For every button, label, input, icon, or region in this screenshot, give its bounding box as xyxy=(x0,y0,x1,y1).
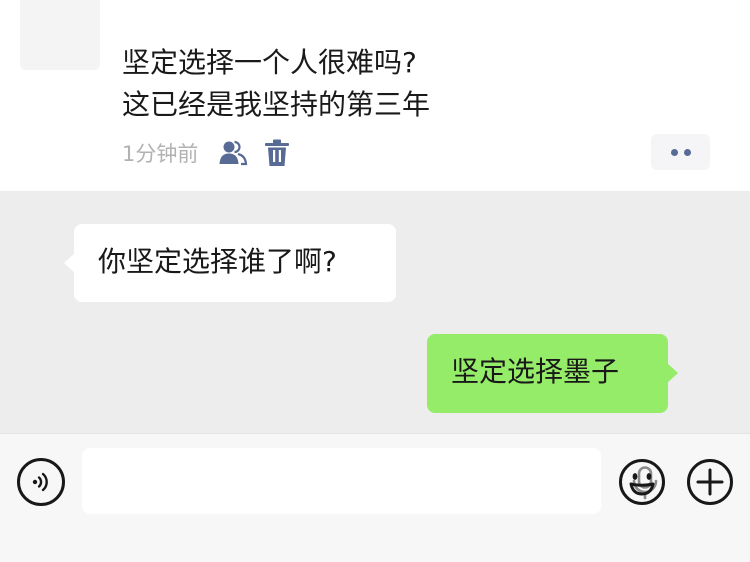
post-line: 这已经是我坚持的第三年 xyxy=(122,88,431,121)
trash-icon[interactable] xyxy=(262,138,292,168)
incoming-message-text: 你坚定选择谁了啊? xyxy=(98,245,337,278)
moments-post: 坚定选择一个人很难吗? 这已经是我坚持的第三年 1分钟前 xyxy=(0,0,750,191)
contacts-visibility-icon[interactable] xyxy=(218,138,248,168)
incoming-message-bubble[interactable]: 你坚定选择谁了啊? xyxy=(64,224,396,302)
post-line: 坚定选择一个人很难吗? xyxy=(122,46,417,79)
outgoing-message-bubble[interactable]: 坚定选择墨子 xyxy=(427,334,678,413)
voice-icon xyxy=(32,472,48,492)
chat-area[interactable]: 你坚定选择谁了啊? 坚定选择墨子 xyxy=(0,191,750,433)
more-dots-icon xyxy=(670,148,678,156)
emoji-icon[interactable] xyxy=(618,458,666,506)
voice-button[interactable] xyxy=(17,458,65,506)
plus-icon[interactable] xyxy=(686,458,734,506)
input-bar xyxy=(0,433,750,562)
more-dots-icon xyxy=(683,148,691,156)
more-button[interactable] xyxy=(651,134,710,170)
message-text-field[interactable] xyxy=(82,448,658,514)
avatar[interactable] xyxy=(20,0,100,70)
post-meta: 1分钟前 xyxy=(122,137,306,169)
post-text: 坚定选择一个人很难吗? 这已经是我坚持的第三年 xyxy=(122,42,430,126)
message-input[interactable] xyxy=(82,448,542,514)
post-time: 1分钟前 xyxy=(122,142,199,166)
outgoing-message-text: 坚定选择墨子 xyxy=(451,355,620,388)
